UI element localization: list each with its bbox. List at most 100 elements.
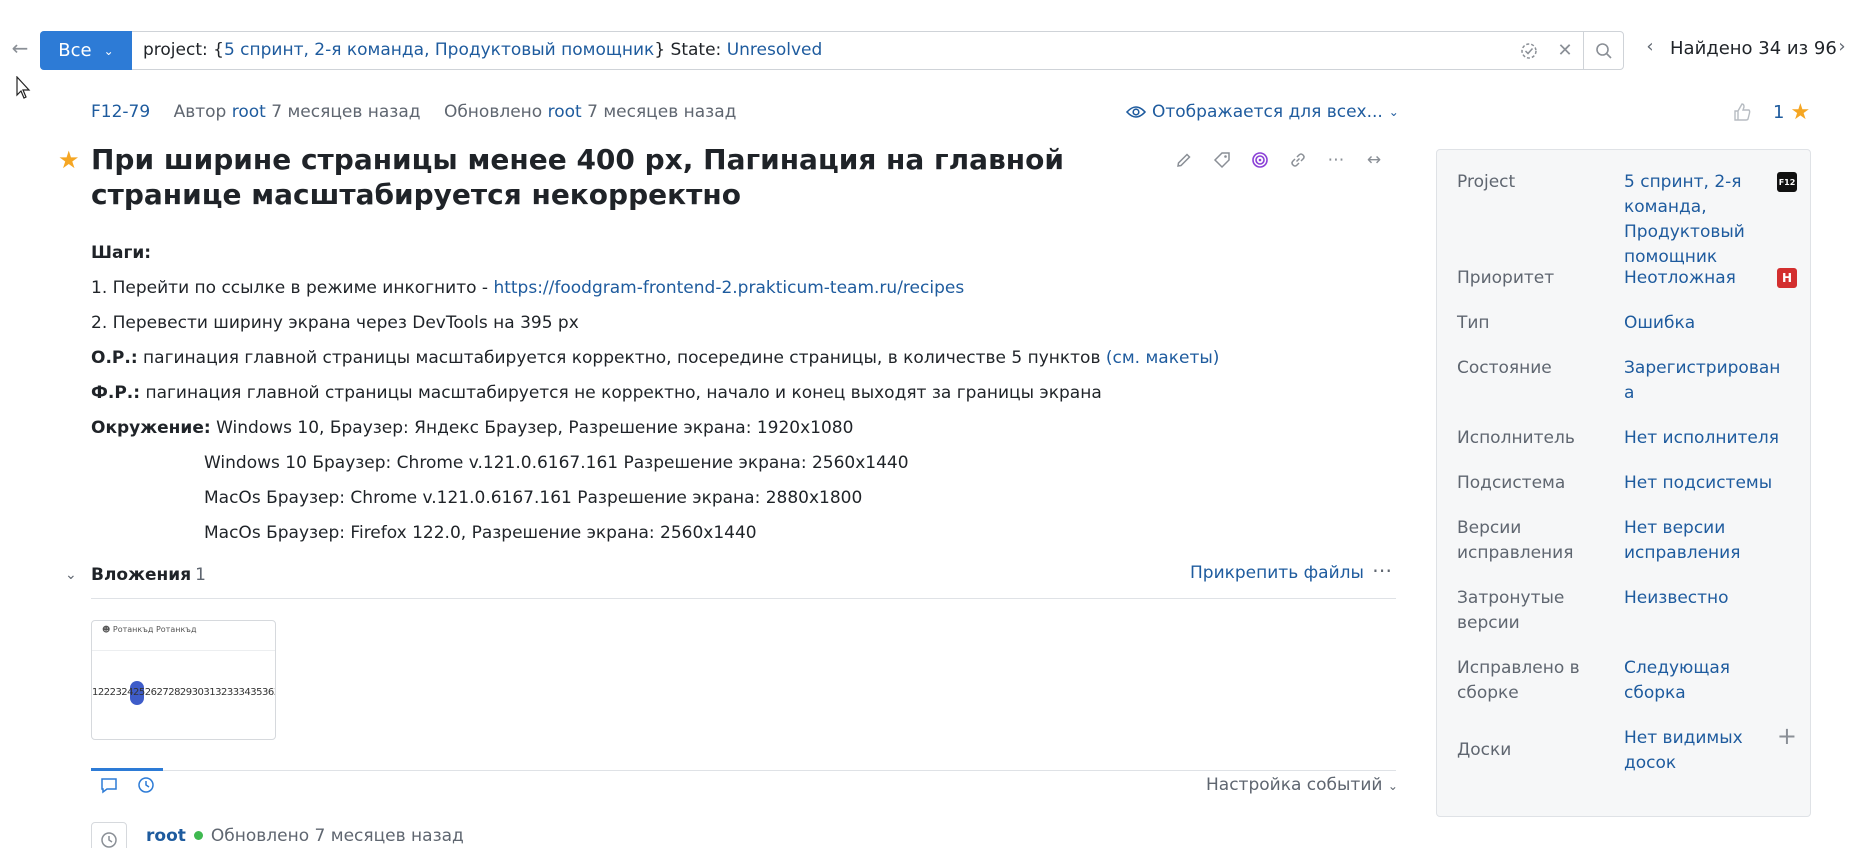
query-state-value: Unresolved — [726, 40, 823, 60]
ai-assistant-icon[interactable] — [1248, 148, 1272, 172]
updater-link[interactable]: root — [548, 102, 582, 122]
step-1-link[interactable]: https://foodgram-frontend-2.prakticum-te… — [493, 278, 964, 298]
chevron-down-icon: ⌄ — [103, 43, 114, 58]
project-badge: F12 — [1777, 172, 1797, 192]
back-arrow-icon[interactable]: ← — [8, 36, 32, 60]
field-label: Project — [1457, 172, 1516, 192]
attachment-thumbnail[interactable]: ☻ Ротанкъд Ротанкъд 12223242526272829303… — [91, 620, 276, 740]
attachments-count: 1 — [195, 565, 206, 585]
activity-event: root Обновлено 7 месяцев назад — [146, 826, 464, 846]
query-state-key: } State: — [654, 40, 727, 60]
field-label: Доски — [1457, 740, 1512, 760]
field-label: Состояние — [1457, 358, 1552, 378]
tag-icon[interactable] — [1210, 148, 1234, 172]
expand-icon[interactable]: ↔ — [1362, 148, 1386, 172]
field-value[interactable]: Нет исполнителя — [1624, 426, 1789, 451]
event-text: Обновлено 7 месяцев назад — [210, 826, 464, 846]
visibility-dropdown[interactable]: Отображается для всех... ⌄ — [1126, 102, 1399, 122]
thumbnail-pagination: 122232425262728293031323334353637 — [92, 687, 276, 698]
field-value[interactable]: Ошибка — [1624, 311, 1789, 336]
step-2-text: 2. Перевести ширину экрана через DevTool… — [91, 313, 579, 333]
attachments-title: Вложения — [91, 565, 192, 585]
search-bar: Все ⌄ project: {5 спринт, 2-я команда, П… — [40, 31, 1624, 70]
thumbnail-header-text: Ротанкъд Ротанкъд — [112, 625, 197, 634]
collapse-chevron-icon[interactable]: ⌄ — [65, 567, 77, 583]
star-count: 1 — [1773, 102, 1785, 123]
save-query-icon[interactable] — [1511, 32, 1547, 69]
field-value[interactable]: Нет версии исправления — [1624, 516, 1789, 566]
events-settings-label: Настройка событий — [1206, 775, 1383, 795]
comments-tab-icon[interactable] — [95, 773, 123, 797]
field-value[interactable]: Следующая сборка — [1624, 656, 1789, 706]
search-icon[interactable] — [1583, 32, 1623, 69]
mouse-cursor-icon — [16, 76, 31, 99]
expected-label: О.Р.: — [91, 348, 138, 368]
previous-result-icon[interactable]: ‹ — [1640, 36, 1660, 57]
issue-description: Шаги: 1. Перейти по ссылке в режиме инко… — [91, 236, 1391, 551]
author-time: 7 месяцев назад — [271, 102, 421, 122]
environment-line: MacOs Браузер: Chrome v.121.0.6167.161 Р… — [204, 488, 863, 508]
more-icon[interactable]: ⋯ — [1372, 558, 1392, 582]
issue-toolbar: ⋯ ↔ — [1172, 148, 1386, 172]
expected-text: пагинация главной страницы масштабируетс… — [137, 348, 1106, 368]
star-counter[interactable]: 1 ★ — [1773, 99, 1811, 125]
online-status-dot — [193, 831, 203, 840]
event-user-link[interactable]: root — [146, 826, 186, 846]
divider — [91, 770, 1396, 771]
field-value[interactable]: 5 спринт, 2-я команда, Продуктовый помощ… — [1624, 170, 1789, 270]
chevron-down-icon: ⌄ — [1388, 105, 1399, 119]
active-tab-indicator — [91, 768, 163, 771]
scope-label: Все — [58, 40, 92, 61]
actual-text: пагинация главной страницы масштабируетс… — [140, 383, 1102, 403]
star-icon[interactable]: ★ — [58, 146, 80, 174]
events-settings-dropdown[interactable]: Настройка событий ⌄ — [1206, 775, 1398, 795]
field-label: Версии исправления — [1457, 518, 1574, 563]
history-icon — [91, 822, 127, 848]
link-icon[interactable] — [1286, 148, 1310, 172]
attach-files-button[interactable]: Прикрепить файлы — [1190, 563, 1364, 583]
environment-label: Окружение: — [91, 418, 211, 438]
star-icon: ★ — [1790, 99, 1811, 125]
issue-id-link[interactable]: F12-79 — [91, 102, 150, 122]
found-counter: Найдено 34 из 96 — [1670, 38, 1837, 59]
add-icon[interactable]: + — [1777, 724, 1797, 749]
issue-fields-panel: Project 5 спринт, 2-я команда, Продуктов… — [1436, 149, 1811, 817]
mockups-link[interactable]: (см. макеты) — [1106, 348, 1220, 368]
field-value[interactable]: Нет видимых досок — [1624, 726, 1789, 776]
field-label: Подсистема — [1457, 473, 1566, 493]
field-value[interactable]: Зарегистрирован а — [1624, 356, 1789, 406]
steps-label: Шаги: — [91, 243, 152, 263]
actual-label: Ф.Р.: — [91, 383, 141, 403]
field-value[interactable]: Неизвестно — [1624, 586, 1789, 611]
query-project: 5 спринт, 2-я команда, Продуктовый помощ… — [223, 40, 655, 60]
step-1-text: 1. Перейти по ссылке в режиме инкогнито … — [91, 278, 494, 298]
next-result-icon[interactable]: › — [1832, 36, 1852, 57]
eye-icon — [1126, 106, 1146, 118]
clear-icon[interactable]: ✕ — [1547, 32, 1583, 69]
attachments-header: Вложения 1 — [91, 565, 206, 585]
author-link[interactable]: root — [232, 102, 266, 122]
environment-line: Windows 10 Браузер: Chrome v.121.0.6167.… — [204, 453, 909, 473]
issue-title: При ширине страницы менее 400 px, Пагина… — [91, 143, 1064, 211]
environment-line: Windows 10, Браузер: Яндекс Браузер, Раз… — [210, 418, 854, 438]
thumbnail-header: ☻ Ротанкъд Ротанкъд — [92, 621, 275, 651]
author-prefix: Автор — [173, 102, 227, 122]
user-icon: ☻ — [102, 625, 111, 634]
more-icon[interactable]: ⋯ — [1324, 148, 1348, 172]
history-tab-icon[interactable] — [132, 773, 160, 797]
visibility-label: Отображается для всех... — [1152, 102, 1383, 122]
field-value[interactable]: Неотложная — [1624, 266, 1789, 291]
field-label: Приоритет — [1457, 268, 1555, 288]
search-input[interactable]: project: {5 спринт, 2-я команда, Продукт… — [143, 32, 822, 69]
field-label: Затронутые версии — [1457, 588, 1565, 633]
scope-dropdown-button[interactable]: Все ⌄ — [40, 31, 132, 70]
issue-meta: F12-79 Автор root 7 месяцев назад Обновл… — [91, 102, 736, 122]
thumbs-up-icon[interactable] — [1732, 102, 1752, 127]
divider — [91, 598, 1396, 599]
chevron-down-icon: ⌄ — [1387, 779, 1398, 793]
edit-icon[interactable] — [1172, 148, 1196, 172]
priority-badge: H — [1777, 268, 1797, 288]
environment-line: MacOs Браузер: Firefox 122.0, Разрешение… — [204, 523, 757, 543]
field-label: Исполнитель — [1457, 428, 1575, 448]
field-value[interactable]: Нет подсистемы — [1624, 471, 1789, 496]
